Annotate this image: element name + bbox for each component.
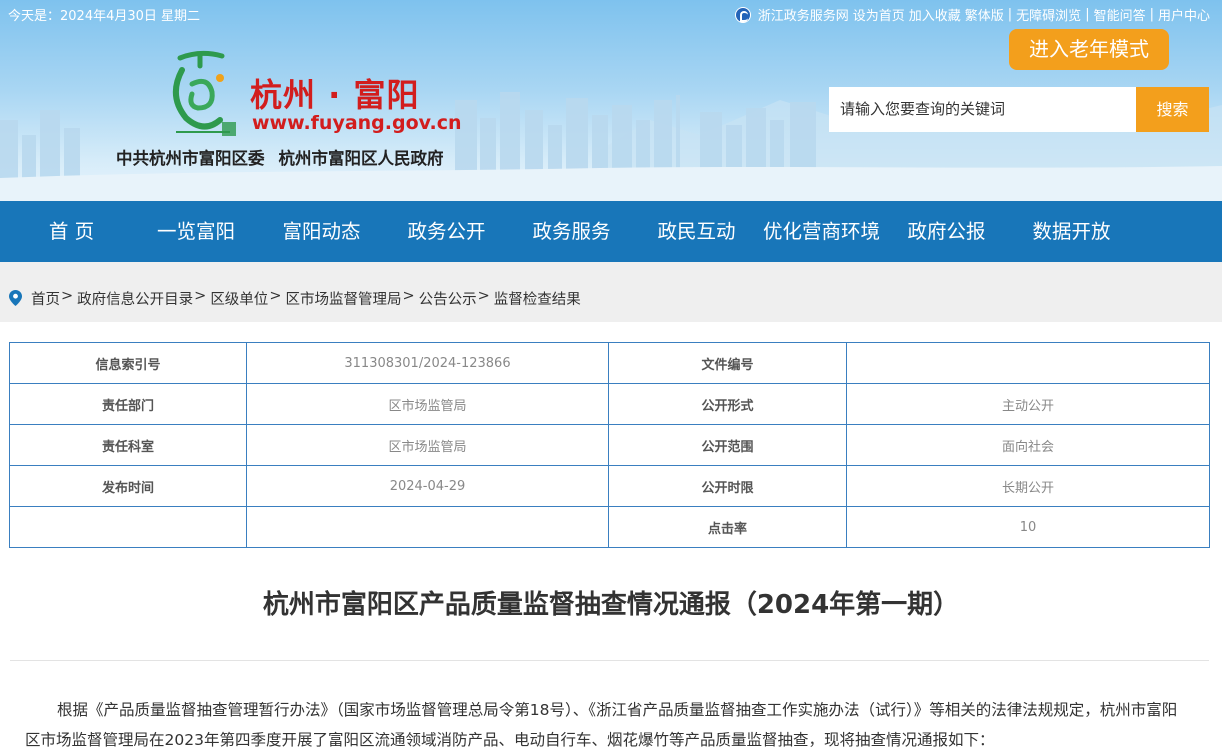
breadcrumb-separator: > [477, 288, 490, 304]
nav-item-open-data[interactable]: 数据开放 [999, 201, 1144, 262]
info-key-section: 责任科室 [9, 424, 247, 466]
info-value-publish-date: 2024-04-29 [246, 465, 609, 507]
document-info-table: 信息索引号 311308301/2024-123866 文件编号 责任部门 区市… [9, 342, 1210, 548]
zjzwfw-logo-icon [734, 6, 751, 23]
site-organizations: 中共杭州市富阳区委 杭州市富阳区人民政府 [116, 145, 444, 169]
info-value-disclosure-period: 长期公开 [846, 465, 1210, 507]
location-pin-icon [9, 290, 22, 306]
fuyang-logo-icon[interactable] [160, 48, 242, 140]
info-key-document-number: 文件编号 [608, 342, 847, 384]
info-value-document-number [846, 342, 1210, 384]
breadcrumb-item-catalog[interactable]: 政府信息公开目录 [77, 288, 193, 309]
info-value-index-number: 311308301/2024-123866 [246, 342, 609, 384]
info-value-disclosure-form: 主动公开 [846, 383, 1210, 425]
info-value-department: 区市场监管局 [246, 383, 609, 425]
link-accessibility[interactable]: 无障碍浏览 [1016, 5, 1081, 24]
site-title: 杭州 · 富阳 [250, 76, 420, 114]
info-key-index-number: 信息索引号 [9, 342, 247, 384]
info-key-disclosure-period: 公开时限 [608, 465, 847, 507]
link-traditional-chinese[interactable]: 繁体版 [965, 5, 1004, 24]
top-utility-bar: 今天是：2024年4月30日 星期二 浙江政务服务网 设为首页 加入收藏 繁体版… [0, 0, 1222, 28]
table-row: 发布时间 2024-04-29 公开时限 长期公开 [9, 465, 1210, 507]
breadcrumb-separator: > [61, 288, 74, 304]
table-row: 点击率 10 [9, 506, 1210, 548]
site-url: www.fuyang.gov.cn [252, 112, 462, 134]
breadcrumb-item-district-units[interactable]: 区级单位 [210, 288, 268, 309]
info-value-click-count: 10 [846, 506, 1210, 548]
nav-item-gov-open[interactable]: 政务公开 [394, 201, 499, 262]
header-banner: 今天是：2024年4月30日 星期二 浙江政务服务网 设为首页 加入收藏 繁体版… [0, 0, 1222, 201]
main-nav: 首 页 一览富阳 富阳动态 政务公开 政务服务 政民互动 优化营商环境 政府公报… [0, 201, 1222, 262]
breadcrumb-item-home[interactable]: 首页 [31, 288, 60, 309]
info-value-section: 区市场监管局 [246, 424, 609, 466]
link-smart-qa[interactable]: 智能问答 [1094, 5, 1146, 24]
nav-item-news[interactable]: 富阳动态 [249, 201, 394, 262]
elder-mode-button[interactable]: 进入老年模式 [1009, 29, 1169, 70]
breadcrumb-item-market-bureau[interactable]: 区市场监督管理局 [285, 288, 401, 309]
search-button[interactable]: 搜索 [1136, 87, 1209, 132]
link-add-favorite[interactable]: 加入收藏 [909, 5, 961, 24]
nav-item-business-env[interactable]: 优化营商环境 [749, 201, 894, 262]
info-key-department: 责任部门 [9, 383, 247, 425]
table-row: 责任部门 区市场监管局 公开形式 主动公开 [9, 383, 1210, 425]
link-set-homepage[interactable]: 设为首页 [853, 5, 905, 24]
breadcrumb-item-inspection-results[interactable]: 监督检查结果 [494, 288, 581, 309]
nav-item-gazette[interactable]: 政府公报 [894, 201, 999, 262]
nav-item-interaction[interactable]: 政民互动 [644, 201, 749, 262]
org-government: 杭州市富阳区人民政府 [278, 149, 444, 168]
link-user-center[interactable]: 用户中心 [1158, 5, 1210, 24]
link-zjzwfw[interactable]: 浙江政务服务网 [758, 5, 849, 24]
divider: | [1007, 7, 1013, 22]
nav-item-overview[interactable]: 一览富阳 [143, 201, 249, 262]
org-party-committee: 中共杭州市富阳区委 [116, 149, 265, 168]
breadcrumb-item-announcements[interactable]: 公告公示 [419, 288, 477, 309]
divider: | [1085, 7, 1090, 22]
top-links: 浙江政务服务网 设为首页 加入收藏 繁体版 | 无障碍浏览 | 智能问答 | 用… [734, 5, 1210, 24]
breadcrumb: 首页 > 政府信息公开目录 > 区级单位 > 区市场监督管理局 > 公告公示 > 监督检查… [31, 288, 581, 309]
info-value-disclosure-scope: 面向社会 [846, 424, 1210, 466]
nav-item-home[interactable]: 首 页 [0, 201, 143, 262]
search-input[interactable]: 请输入您要查询的关键词 [829, 87, 1136, 132]
table-row: 责任科室 区市场监管局 公开范围 面向社会 [9, 424, 1210, 466]
table-row: 信息索引号 311308301/2024-123866 文件编号 [9, 342, 1210, 384]
info-value-empty [246, 506, 609, 548]
info-key-click-count: 点击率 [608, 506, 847, 548]
divider: | [1149, 7, 1154, 22]
breadcrumb-separator: > [269, 288, 282, 304]
info-key-disclosure-form: 公开形式 [608, 383, 847, 425]
article-paragraph: 根据《产品质量监督抽查管理暂行办法》（国家市场监督管理总局令第18号）、《浙江省… [25, 701, 1178, 749]
title-divider [10, 660, 1209, 661]
breadcrumb-separator: > [402, 288, 415, 304]
article-title: 杭州市富阳区产品质量监督抽查情况通报（2024年第一期） [262, 590, 960, 620]
current-date: 今天是：2024年4月30日 星期二 [8, 9, 201, 24]
breadcrumb-separator: > [194, 288, 207, 304]
info-key-publish-date: 发布时间 [9, 465, 247, 507]
nav-item-gov-service[interactable]: 政务服务 [499, 201, 644, 262]
info-key-empty [9, 506, 247, 548]
info-key-disclosure-scope: 公开范围 [608, 424, 847, 466]
